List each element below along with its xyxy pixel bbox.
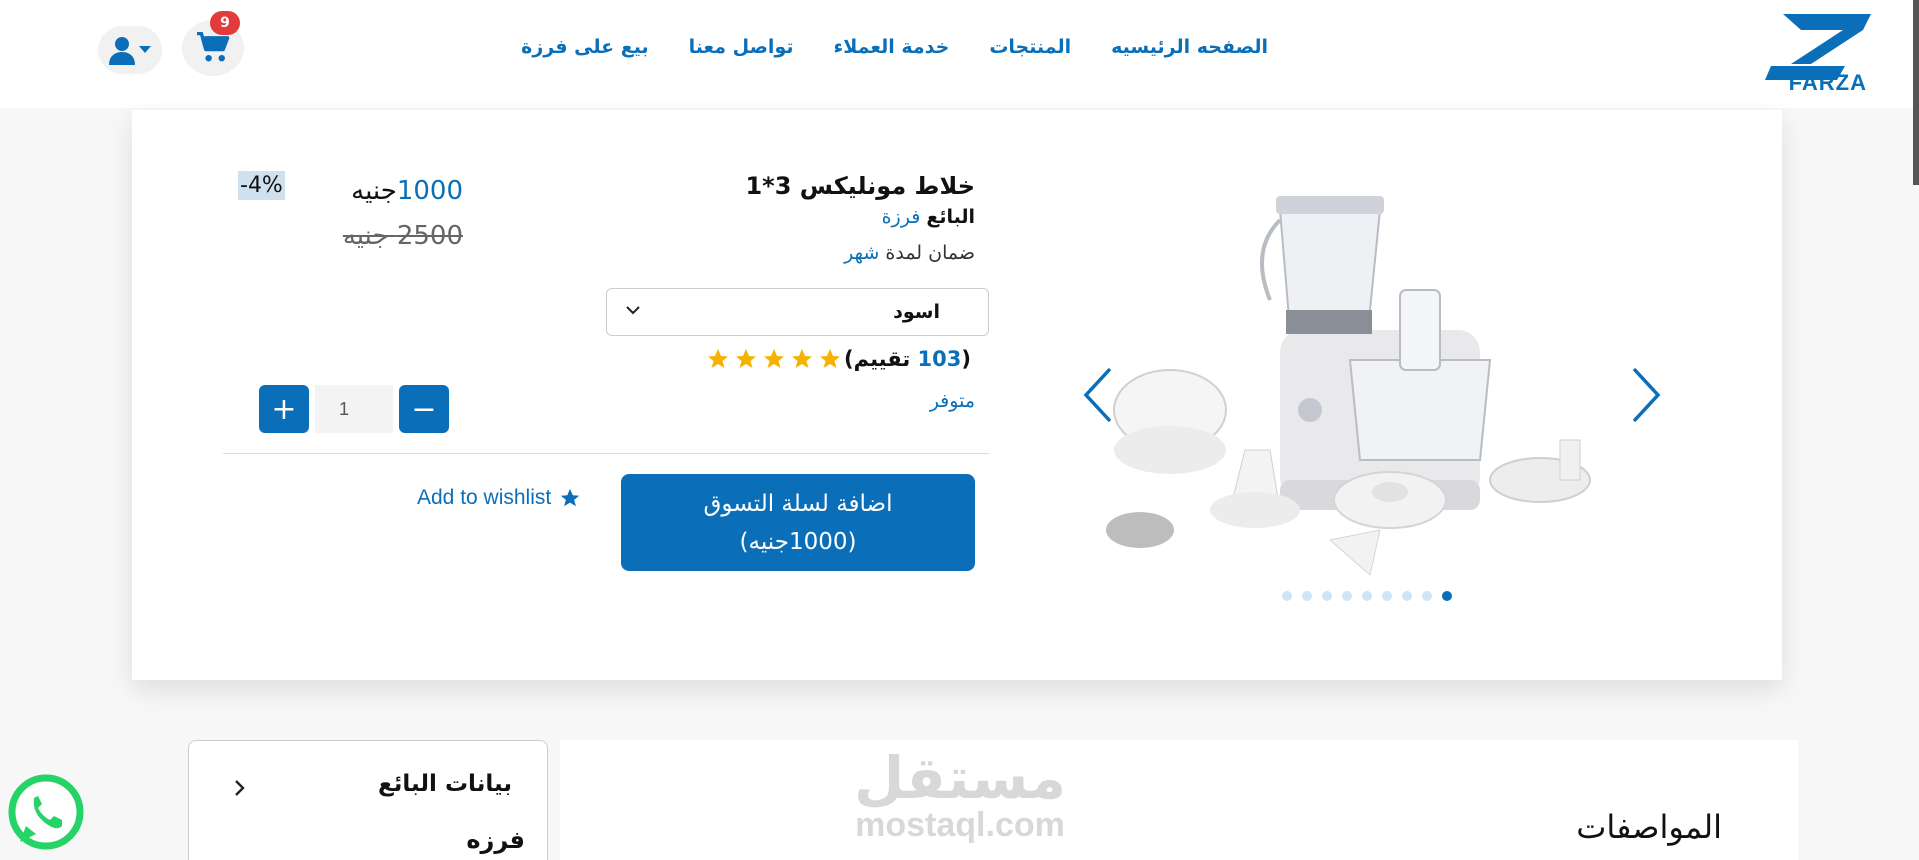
warranty-label: ضمان لمدة — [885, 242, 975, 264]
color-select[interactable]: اسود — [606, 288, 989, 336]
seller-info-heading: بيانات البائع — [378, 771, 512, 797]
gallery-dot[interactable] — [1322, 591, 1332, 601]
seller-line: البائع فرزة — [882, 206, 975, 228]
gallery-dot[interactable] — [1342, 591, 1352, 601]
watermark-arabic: مستقل — [853, 744, 1067, 812]
specifications-heading: المواصفات — [1576, 808, 1722, 846]
discount-badge: -4% — [238, 171, 285, 200]
old-price: 2500 جنيه — [342, 221, 463, 251]
star-icon — [561, 488, 580, 507]
scrollbar[interactable] — [1913, 0, 1919, 185]
user-menu-button[interactable] — [98, 26, 162, 74]
specifications-panel: المواصفات — [560, 740, 1798, 860]
wishlist-label: Add to wishlist — [417, 486, 552, 509]
add-to-cart-price: (1000جنيه) — [739, 528, 857, 555]
current-price: 1000جنيه — [351, 176, 463, 206]
nav-products[interactable]: المنتجات — [989, 36, 1071, 58]
product-image — [1106, 196, 1591, 576]
whatsapp-icon[interactable] — [6, 772, 86, 852]
increase-quantity-button[interactable]: + — [259, 385, 309, 433]
gallery-dot[interactable] — [1302, 591, 1312, 601]
rating-open: ( — [961, 347, 971, 371]
quantity-stepper: + − — [259, 385, 449, 433]
user-icon — [109, 37, 135, 65]
rating-count[interactable]: 103 — [918, 347, 962, 371]
gallery-dot[interactable] — [1402, 591, 1412, 601]
caret-down-icon — [139, 46, 151, 53]
watermark-url: mostaql.com — [855, 806, 1065, 844]
nav-contact[interactable]: تواصل معنا — [689, 36, 794, 58]
gallery-prev-arrow-icon[interactable] — [1080, 365, 1116, 425]
currency-label: جنيه — [351, 176, 397, 206]
rating-star-icon — [792, 349, 813, 368]
gallery-dot[interactable] — [1442, 591, 1452, 601]
rating-count-wrap: (103 تقييم) — [844, 347, 971, 371]
add-to-wishlist-link[interactable]: Add to wishlist — [417, 486, 581, 510]
decrease-quantity-button[interactable]: − — [399, 385, 449, 433]
gallery-dot[interactable] — [1382, 591, 1392, 601]
availability-status: متوفر — [929, 390, 975, 412]
color-select-value: اسود — [893, 301, 940, 323]
rating: (103 تقييم) — [706, 347, 975, 371]
nav-home[interactable]: الصفحه الرئيسيه — [1111, 36, 1268, 58]
divider — [223, 453, 989, 454]
gallery-next-arrow-icon[interactable] — [1628, 365, 1664, 425]
rating-stars — [706, 347, 842, 371]
nav-customer-service[interactable]: خدمة العملاء — [834, 36, 950, 58]
cart-icon — [197, 32, 230, 62]
rating-star-icon — [708, 349, 729, 368]
nav-sell-on-farza[interactable]: بيع على فرزة — [521, 36, 648, 58]
rating-star-icon — [736, 349, 757, 368]
rating-star-icon — [820, 349, 841, 368]
gallery-dot[interactable] — [1282, 591, 1292, 601]
gallery-dots — [1282, 591, 1452, 601]
main-nav: الصفحه الرئيسيه المنتجات خدمة العملاء تو… — [521, 36, 1268, 58]
quantity-input[interactable] — [315, 385, 393, 433]
chevron-down-icon — [626, 306, 640, 315]
watermark: مستقل mostaql.com — [845, 748, 1075, 842]
product-title: خلاط مونليكس 3*1 — [745, 172, 975, 200]
warranty-value: شهر — [844, 242, 880, 264]
gallery-dot[interactable] — [1422, 591, 1432, 601]
current-price-value: 1000 — [396, 176, 463, 206]
add-to-cart-label: اضافة لسلة التسوق — [703, 490, 893, 517]
add-to-cart-button[interactable]: اضافة لسلة التسوق (1000جنيه) — [621, 474, 975, 571]
seller-label: البائع — [926, 206, 975, 228]
seller-info-panel[interactable]: بيانات البائع فرزه — [188, 740, 548, 860]
logo-text: FARZA — [1788, 70, 1867, 95]
warranty-line: ضمان لمدة شهر — [844, 242, 975, 264]
rating-star-icon — [764, 349, 785, 368]
chevron-left-icon — [235, 780, 245, 796]
site-header: FARZA الصفحه الرئيسيه المنتجات خدمة العم… — [0, 0, 1919, 185]
seller-link[interactable]: فرزة — [882, 206, 921, 228]
seller-info-name: فرزه — [466, 826, 525, 854]
rating-label: تقييم) — [844, 347, 911, 371]
cart-count-badge: 9 — [210, 11, 240, 35]
gallery-dot[interactable] — [1362, 591, 1372, 601]
